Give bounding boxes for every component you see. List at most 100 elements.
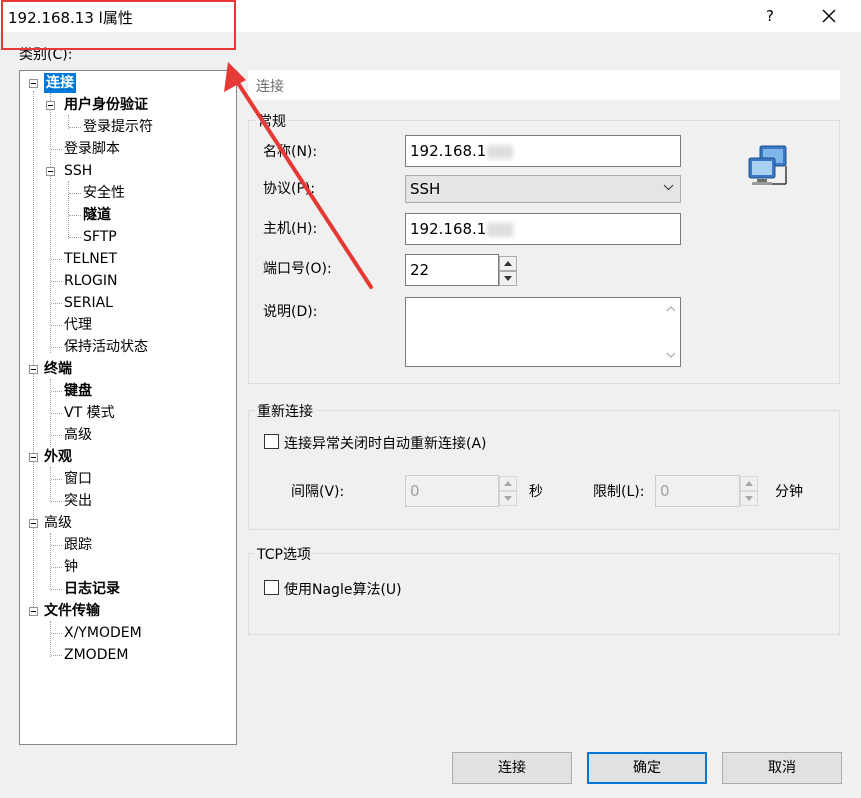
port-input[interactable]: 22 (405, 254, 499, 286)
help-button[interactable]: ? (755, 2, 785, 30)
tree-line (51, 149, 62, 150)
protocol-label: 协议(P): (263, 181, 316, 197)
section-header: 连接 (248, 70, 840, 100)
tree-item[interactable]: 文件传输 (44, 601, 100, 621)
tree-line (69, 237, 81, 238)
reconnect-group-title: 重新连接 (255, 401, 315, 421)
tree-collapse-toggle-icon[interactable] (46, 167, 55, 176)
tree-line (69, 127, 81, 128)
close-button[interactable] (812, 2, 846, 30)
interval-input[interactable]: 0 (405, 475, 499, 507)
tree-item[interactable]: 登录脚本 (64, 139, 120, 159)
tcp-group-title: TCP选项 (255, 544, 313, 564)
tree-collapse-toggle-icon[interactable] (29, 453, 38, 462)
interval-spin-up[interactable] (499, 476, 517, 491)
tree-item[interactable]: RLOGIN (64, 271, 118, 291)
tree-item[interactable]: 高级 (64, 425, 92, 445)
scroll-down-icon[interactable] (665, 350, 677, 360)
tree-collapse-toggle-icon[interactable] (29, 519, 38, 528)
name-value: 192.168.1 (410, 142, 487, 160)
tree-item[interactable]: ZMODEM (64, 645, 128, 665)
tree-item[interactable]: 外观 (44, 447, 72, 467)
port-spin-up[interactable] (499, 256, 517, 271)
redacted-mark (487, 144, 514, 159)
tree-item[interactable]: 保持活动状态 (64, 337, 148, 357)
category-tree[interactable]: 连接 用户身份验证 登录提示符 登录脚本 SSH 安全性 隧道 SFTP TELNET RLOGI… (19, 70, 237, 745)
tree-line (50, 93, 51, 353)
reconnect-group (248, 410, 840, 530)
tree-item[interactable]: 代理 (64, 315, 92, 335)
name-input[interactable]: 192.168.1 (405, 135, 681, 167)
cancel-button[interactable]: 取消 (722, 752, 842, 784)
host-input[interactable]: 192.168.1 (405, 213, 681, 245)
host-value: 192.168.1 (410, 220, 487, 238)
port-value: 22 (410, 261, 430, 279)
limit-unit: 分钟 (775, 484, 803, 500)
nagle-label[interactable]: 使用Nagle算法(U) (284, 579, 402, 599)
redacted-mark (487, 222, 514, 237)
description-textarea[interactable] (405, 297, 681, 367)
interval-unit: 秒 (529, 484, 543, 500)
tree-line (51, 567, 62, 568)
tree-item[interactable]: 键盘 (64, 381, 92, 401)
tree-item[interactable]: 终端 (44, 359, 72, 379)
limit-value: 0 (660, 482, 670, 500)
tree-item[interactable]: TELNET (64, 249, 117, 269)
protocol-select[interactable]: SSH (405, 175, 681, 203)
tree-item[interactable]: VT 模式 (64, 403, 115, 423)
limit-label: 限制(L): (593, 484, 645, 500)
section-header-title: 连接 (256, 79, 284, 95)
host-label: 主机(H): (263, 221, 318, 237)
tree-line (51, 633, 62, 634)
tree-item[interactable]: SSH (64, 161, 92, 181)
tree-line (50, 621, 51, 657)
connect-button[interactable]: 连接 (452, 752, 572, 784)
interval-label: 间隔(V): (291, 484, 345, 500)
tree-line (51, 391, 62, 392)
tree-item[interactable]: 跟踪 (64, 535, 92, 555)
tree-collapse-toggle-icon[interactable] (46, 101, 55, 110)
tree-item[interactable]: 用户身份验证 (64, 95, 148, 115)
tree-item[interactable]: 窗口 (64, 469, 92, 489)
limit-input[interactable]: 0 (655, 475, 740, 507)
network-computer-icon (748, 145, 787, 185)
tree-collapse-toggle-icon[interactable] (29, 607, 38, 616)
tree-item[interactable]: 高级 (44, 513, 72, 533)
tree-line (50, 533, 51, 591)
limit-spin-up[interactable] (740, 476, 758, 491)
tree-line (51, 259, 62, 260)
nagle-checkbox[interactable] (264, 580, 279, 595)
tree-item[interactable]: 安全性 (83, 183, 125, 203)
tree-item[interactable]: 钟 (64, 557, 78, 577)
scroll-up-icon[interactable] (665, 304, 677, 314)
general-group-title: 常规 (256, 111, 288, 131)
tree-line (51, 479, 62, 480)
triangle-up-icon (504, 481, 512, 486)
tree-line (51, 435, 62, 436)
tree-item[interactable]: X/YMODEM (64, 623, 142, 643)
port-label: 端口号(O): (263, 261, 332, 277)
tree-item[interactable]: 隧道 (83, 205, 111, 225)
tree-collapse-toggle-icon[interactable] (29, 365, 38, 374)
tree-line (51, 281, 62, 282)
triangle-up-icon (504, 261, 512, 266)
ok-button[interactable]: 确定 (587, 752, 707, 784)
triangle-up-icon (745, 481, 753, 486)
tree-line (68, 181, 69, 239)
tree-item[interactable]: 登录提示符 (83, 117, 153, 137)
tree-collapse-toggle-icon[interactable] (29, 79, 38, 88)
tree-item[interactable]: 日志记录 (64, 579, 120, 599)
port-spin-down[interactable] (499, 271, 517, 286)
tree-line (51, 501, 62, 502)
interval-spin-down[interactable] (499, 491, 517, 506)
limit-spin-down[interactable] (740, 491, 758, 506)
tree-line (50, 467, 51, 503)
tree-item[interactable]: 连接 (44, 73, 76, 93)
auto-reconnect-label[interactable]: 连接异常关闭时自动重新连接(A) (284, 433, 487, 453)
auto-reconnect-checkbox[interactable] (264, 434, 279, 449)
tree-item[interactable]: SFTP (83, 227, 117, 247)
tree-line (51, 303, 62, 304)
tree-line (51, 413, 62, 414)
tree-item[interactable]: 突出 (64, 491, 92, 511)
tree-item[interactable]: SERIAL (64, 293, 113, 313)
